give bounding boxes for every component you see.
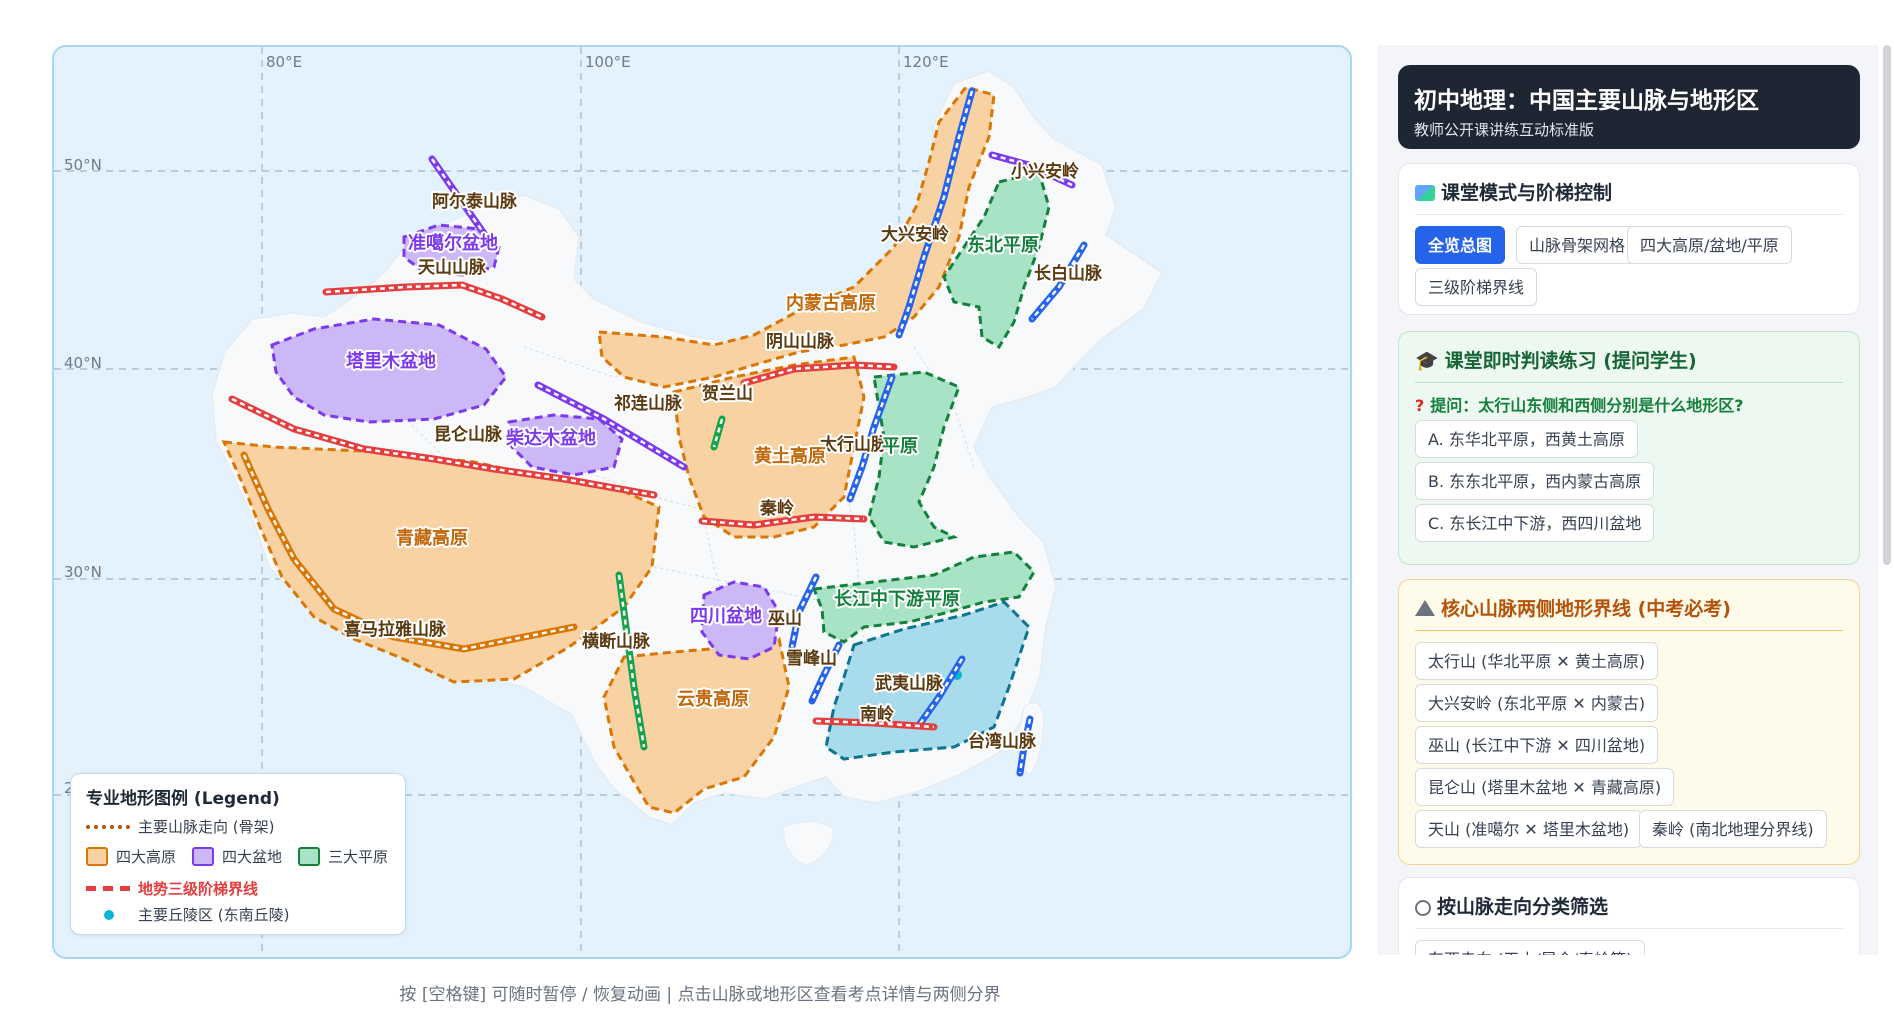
boundary-item-daxinganling[interactable]: 大兴安岭 (东北平原 ✕ 内蒙古) <box>1415 684 1659 722</box>
legend-plain-text: 三大平原 <box>328 848 389 866</box>
label-daxinganling[interactable]: 大兴安岭 <box>879 222 951 247</box>
mode-button-regions[interactable]: 四大高原/盆地/平原 <box>1627 226 1792 264</box>
basin-swatch <box>192 847 215 866</box>
label-hengduan[interactable]: 横断山脉 <box>580 629 653 654</box>
label-huangtu[interactable]: 黄土高原 <box>752 443 828 469</box>
legend-row-step: 地势三级阶梯界线 <box>86 878 258 899</box>
graduation-cap-icon: 🎓 <box>1415 350 1439 372</box>
legend-title: 专业地形图例 (Legend) <box>86 789 280 809</box>
panel-subtitle: 教师公开课讲练互动标准版 <box>1414 121 1595 139</box>
title-card: 初中地理：中国主要山脉与地形区 教师公开课讲练互动标准版 <box>1398 65 1860 149</box>
boundary-item-tianshan[interactable]: 天山 (准噶尔 ✕ 塔里木盆地) <box>1415 810 1643 848</box>
legend-row-hills: 主要丘陵区 (东南丘陵) <box>86 904 289 925</box>
filter-section: 按山脉走向分类筛选 东西走向 (天山/昆仑/秦岭等) <box>1398 877 1860 955</box>
hainan-island <box>783 821 835 866</box>
label-himalaya[interactable]: 喜马拉雅山脉 <box>342 617 449 642</box>
boundary-title-text: 核心山脉两侧地形界线 (中考必考) <box>1441 598 1731 620</box>
legend-basin-text: 四大盆地 <box>222 848 283 866</box>
step-line-swatch <box>86 886 130 891</box>
mountain-icon <box>1415 600 1435 616</box>
side-panel[interactable]: 初中地理：中国主要山脉与地形区 教师公开课讲练互动标准版 课堂模式与阶梯控制 全… <box>1378 45 1878 955</box>
label-sichuan[interactable]: 四川盆地 <box>688 603 764 629</box>
label-qinling[interactable]: 秦岭 <box>758 496 796 521</box>
quiz-question-text: 提问：太行山东侧和西侧分别是什么地形区? <box>1430 396 1744 415</box>
boundary-section-title: 核心山脉两侧地形界线 (中考必考) <box>1415 594 1731 621</box>
map-icon <box>1415 185 1435 201</box>
boundary-item-wushan[interactable]: 巫山 (长江中下游 ✕ 四川盆地) <box>1415 726 1659 764</box>
label-neimenggu[interactable]: 内蒙古高原 <box>784 290 878 316</box>
boundary-item-taihang[interactable]: 太行山 (华北平原 ✕ 黄土高原) <box>1415 642 1659 680</box>
filter-divider <box>1415 928 1843 929</box>
lon-label-100: 100°E <box>585 53 631 71</box>
mode-title-text: 课堂模式与阶梯控制 <box>1441 182 1613 204</box>
boundary-divider <box>1415 630 1843 631</box>
label-nanling[interactable]: 南岭 <box>858 702 896 727</box>
footer-hint: 按 [空格键] 可随时暂停 / 恢复动画 | 点击山脉或地形区查看考点详情与两侧… <box>399 985 1001 1005</box>
label-qaidam[interactable]: 柴达木盆地 <box>503 425 598 451</box>
lon-label-120: 120°E <box>903 53 949 71</box>
label-changbai[interactable]: 长白山脉 <box>1032 261 1105 286</box>
lat-label-40: 40°N <box>64 354 102 372</box>
legend-mountain-text: 主要山脉走向 (骨架) <box>138 818 275 836</box>
panel-title: 初中地理：中国主要山脉与地形区 <box>1414 88 1759 114</box>
boundary-item-kunlun[interactable]: 昆仑山 (塔里木盆地 ✕ 青藏高原) <box>1415 768 1675 806</box>
label-kunlun[interactable]: 昆仑山脉 <box>432 422 505 447</box>
label-wuyi[interactable]: 武夷山脉 <box>873 671 946 696</box>
filter-section-title: 按山脉走向分类筛选 <box>1415 892 1608 919</box>
label-changjiang[interactable]: 长江中下游平原 <box>832 586 962 612</box>
legend-hills-text: 主要丘陵区 (东南丘陵) <box>138 906 290 924</box>
map-panel[interactable]: 80°E 100°E 120°E 50°N 40°N 30°N 2 阿尔泰山脉 … <box>52 45 1352 959</box>
label-junggar[interactable]: 准噶尔盆地 <box>406 230 500 256</box>
quiz-divider <box>1415 382 1843 383</box>
plain-swatch <box>298 847 321 866</box>
plateau-swatch <box>86 847 108 866</box>
label-helan[interactable]: 贺兰山 <box>699 381 755 406</box>
legend-row-regions: 四大高原 四大盆地 三大平原 <box>86 846 388 867</box>
legend-row-mountain: 主要山脉走向 (骨架) <box>86 816 274 837</box>
quiz-option-c[interactable]: C. 东长江中下游，西四川盆地 <box>1415 504 1655 542</box>
label-tianshan[interactable]: 天山山脉 <box>416 255 489 280</box>
map-legend: 专业地形图例 (Legend) 主要山脉走向 (骨架) 四大高原 四大盆地 三大… <box>70 773 406 935</box>
label-xiaoxinganling[interactable]: 小兴安岭 <box>1009 159 1081 184</box>
quiz-title-text: 课堂即时判读练习 (提问学生) <box>1444 350 1697 372</box>
filter-item-east-west[interactable]: 东西走向 (天山/昆仑/秦岭等) <box>1415 940 1646 955</box>
mode-button-skeleton[interactable]: 山脉骨架网格 <box>1516 226 1639 264</box>
legend-step-text: 地势三级阶梯界线 <box>138 880 259 898</box>
label-huabei[interactable]: 平原 <box>880 434 920 459</box>
compass-icon <box>1415 900 1431 916</box>
quiz-option-a[interactable]: A. 东华北平原，西黄土高原 <box>1415 420 1638 458</box>
label-tarim[interactable]: 塔里木盆地 <box>344 348 438 374</box>
quiz-question: ? 提问：太行山东侧和西侧分别是什么地形区? <box>1415 392 1744 416</box>
label-wushan[interactable]: 巫山 <box>766 607 804 631</box>
lat-label-50: 50°N <box>64 156 102 174</box>
boundary-item-qinling[interactable]: 秦岭 (南北地理分界线) <box>1639 810 1827 848</box>
label-dongbei[interactable]: 东北平原 <box>965 232 1041 258</box>
side-panel-scrollbar[interactable] <box>1883 45 1891 565</box>
quiz-section: 🎓 课堂即时判读练习 (提问学生) ? 提问：太行山东侧和西侧分别是什么地形区? A… <box>1398 331 1860 565</box>
legend-plateau-text: 四大高原 <box>116 848 177 866</box>
hills-dot-icon <box>86 909 130 921</box>
question-mark-icon: ? <box>1415 396 1425 415</box>
mountain-axis-swatch <box>86 824 130 829</box>
lon-label-80: 80°E <box>266 53 302 71</box>
label-yungui[interactable]: 云贵高原 <box>675 686 751 712</box>
mode-divider <box>1415 214 1843 215</box>
label-altai[interactable]: 阿尔泰山脉 <box>430 189 520 214</box>
boundary-section: 核心山脉两侧地形界线 (中考必考) 太行山 (华北平原 ✕ 黄土高原) 大兴安岭… <box>1398 579 1860 865</box>
label-yinshan[interactable]: 阴山山脉 <box>764 329 837 354</box>
label-qilian[interactable]: 祁连山脉 <box>612 391 685 416</box>
quiz-section-title: 🎓 课堂即时判读练习 (提问学生) <box>1415 346 1697 373</box>
label-qingzang[interactable]: 青藏高原 <box>394 525 470 551</box>
label-xuefeng[interactable]: 雪峰山 <box>784 646 839 671</box>
label-taihang[interactable]: 太行山脉 <box>818 432 891 457</box>
quiz-option-b[interactable]: B. 东东北平原，西内蒙古高原 <box>1415 462 1655 500</box>
mode-section: 课堂模式与阶梯控制 全览总图 山脉骨架网格 四大高原/盆地/平原 三级阶梯界线 <box>1398 163 1860 315</box>
label-taiwan-mtn[interactable]: 台湾山脉 <box>966 729 1039 754</box>
filter-title-text: 按山脉走向分类筛选 <box>1437 896 1609 918</box>
mode-section-title: 课堂模式与阶梯控制 <box>1415 178 1612 205</box>
mode-button-steps[interactable]: 三级阶梯界线 <box>1415 268 1538 306</box>
mode-button-overview[interactable]: 全览总图 <box>1415 226 1506 264</box>
lat-label-30: 30°N <box>64 563 102 581</box>
